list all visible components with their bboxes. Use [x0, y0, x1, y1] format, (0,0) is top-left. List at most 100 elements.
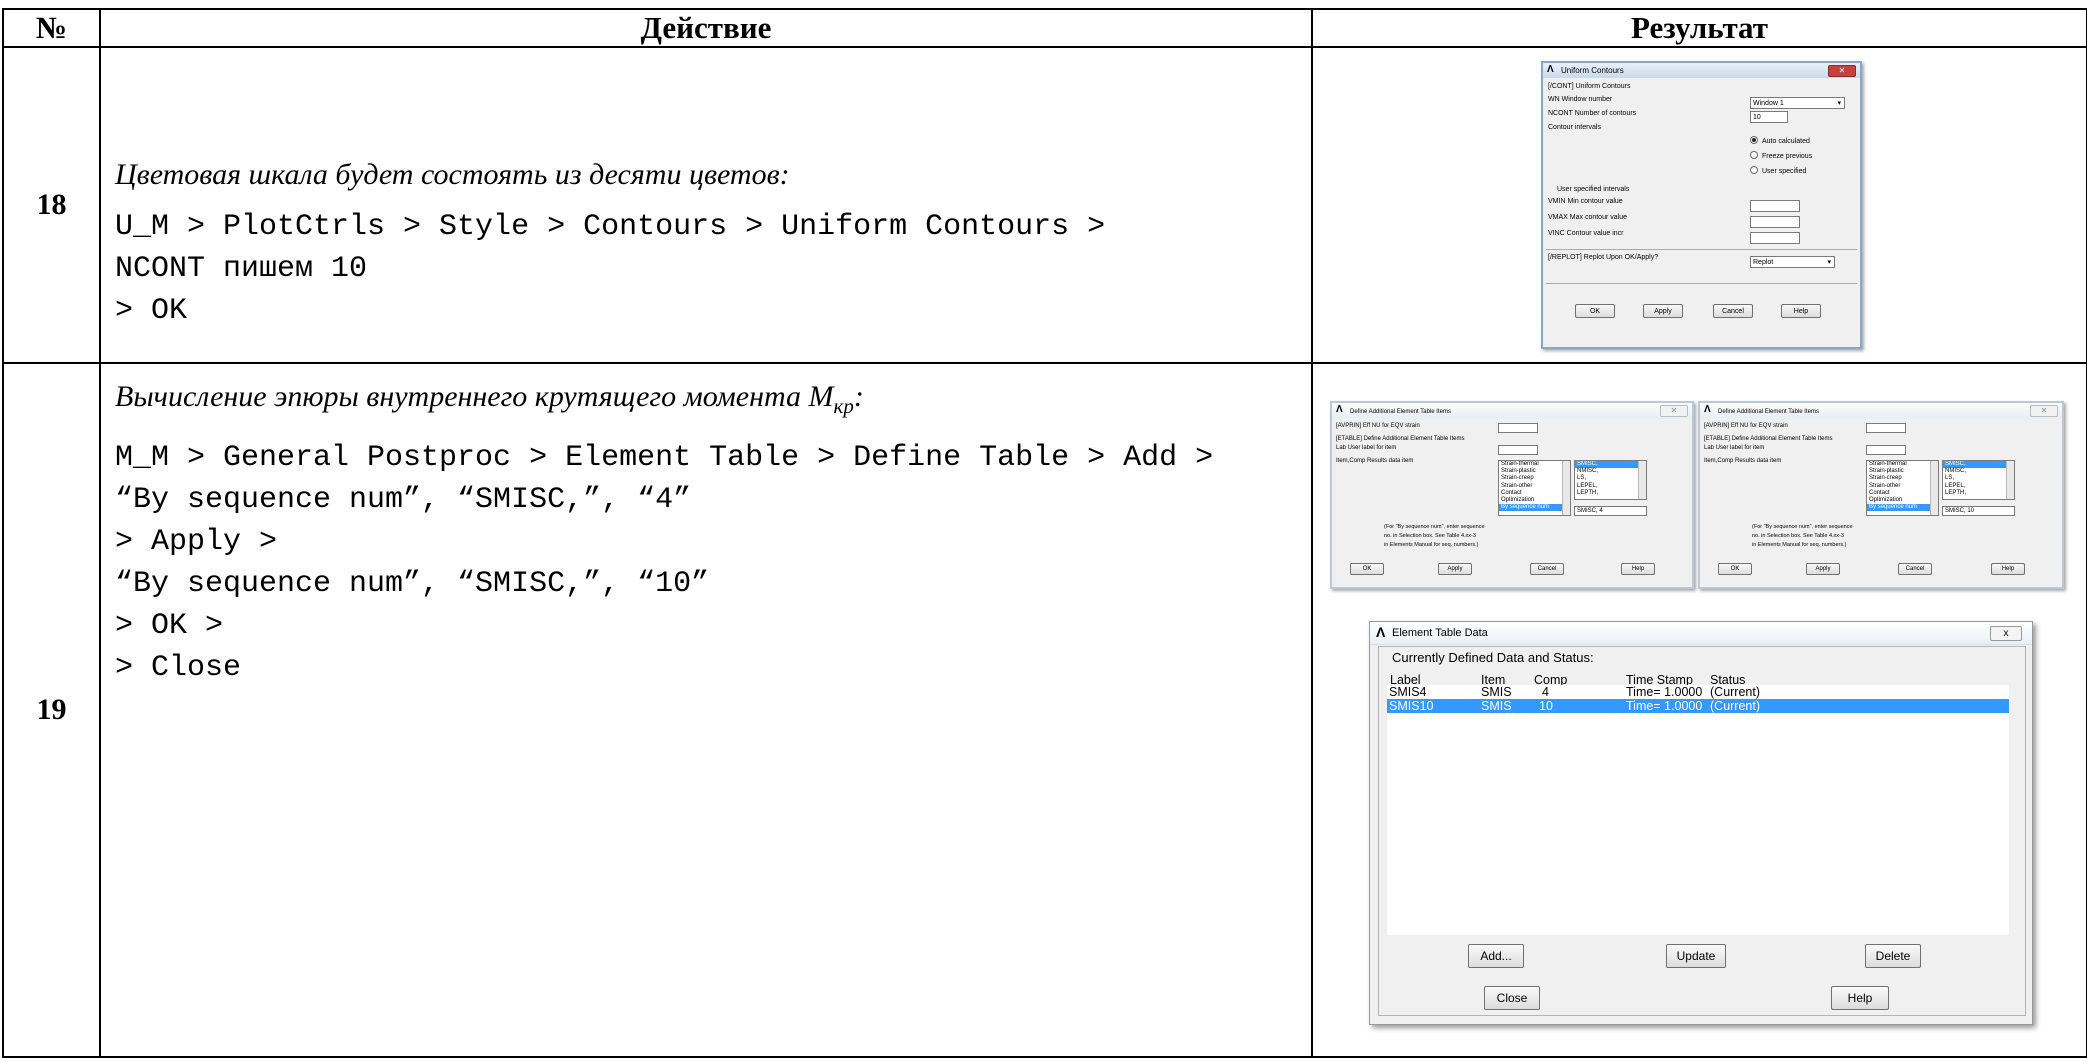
- table-heading: Currently Defined Data and Status:: [1392, 650, 1594, 665]
- lab-input[interactable]: [1866, 445, 1906, 455]
- wn-label: WN Window number: [1548, 96, 1613, 103]
- help-button[interactable]: Help: [1991, 563, 2025, 575]
- header-row: № Действие Результат: [2, 8, 2087, 48]
- header-result: Результат: [1311, 8, 2087, 48]
- intervals-label: Contour intervals: [1548, 124, 1601, 131]
- command-line: “By sequence num”, “SMISC,”, “4”: [115, 483, 692, 517]
- dialog-title: Uniform Contours: [1561, 66, 1624, 75]
- close-icon[interactable]: x: [1990, 626, 2022, 641]
- help-button[interactable]: Help: [1621, 563, 1655, 575]
- radio-on-icon: [1750, 136, 1758, 144]
- scrollbar[interactable]: [1562, 461, 1570, 515]
- scrollbar[interactable]: [2006, 461, 2014, 499]
- radio-auto[interactable]: Auto calculated: [1750, 136, 1810, 145]
- radio-off-icon: [1750, 151, 1758, 159]
- help-button[interactable]: Help: [1781, 304, 1821, 318]
- command-line: > OK: [115, 294, 188, 328]
- ok-button[interactable]: OK: [1575, 304, 1615, 318]
- vinc-label: VINC Contour value incr: [1548, 230, 1624, 237]
- dialog-titlebar: Λ Uniform Contours ✕: [1543, 63, 1860, 78]
- replot-label: [/REPLOT] Replot Upon OK/Apply?: [1548, 254, 1659, 261]
- row-19: 19 Вычисление эпюры внутреннего крутящег…: [2, 362, 2087, 1058]
- radio-freeze[interactable]: Freeze previous: [1750, 151, 1812, 160]
- delete-button[interactable]: Delete: [1865, 944, 1921, 968]
- apply-button[interactable]: Apply: [1643, 304, 1683, 318]
- lab-label: Lab User label for item: [1336, 445, 1397, 451]
- ncont-input[interactable]: 10: [1750, 111, 1788, 123]
- selection-input[interactable]: SMISC, 4: [1574, 506, 1647, 516]
- command-line: > OK >: [115, 609, 224, 643]
- dialog-titlebar: Λ Define Additional Element Table Items …: [1332, 403, 1692, 418]
- add-button[interactable]: Add...: [1468, 944, 1524, 968]
- ok-button[interactable]: OK: [1718, 563, 1752, 575]
- close-button[interactable]: Close: [1484, 986, 1540, 1010]
- note-line: no. in Selection box. See Table 4.xx-3: [1752, 533, 1844, 539]
- comp-listbox[interactable]: SMISC, NMISC, LS, LEPEL, LEPTH,: [1574, 460, 1647, 500]
- avprin-label: [AVPRIN] Eff NU for EQV strain: [1336, 423, 1420, 429]
- command-line: M_M > General Postproc > Element Table >…: [115, 441, 1214, 475]
- dialog-title: Define Additional Element Table Items: [1718, 409, 1819, 415]
- command-line: > Apply >: [115, 525, 278, 559]
- comp-listbox[interactable]: SMISC, NMISC, LS, LEPEL, LEPTH,: [1942, 460, 2015, 500]
- note-line: (For "By sequence num", enter sequence: [1384, 524, 1485, 530]
- table-row[interactable]: SMIS4 SMIS 4 Time= 1.0000 (Current): [1387, 685, 2009, 699]
- dialog-body: Currently Defined Data and Status: Label…: [1378, 646, 2026, 1016]
- selection-input[interactable]: SMISC, 10: [1942, 506, 2015, 516]
- step-description: Цветовая шкала будет состоять из десяти …: [115, 158, 790, 191]
- avprin-input[interactable]: [1498, 423, 1538, 433]
- vmax-input[interactable]: [1750, 216, 1800, 228]
- itemcomp-label: Item,Comp Results data item: [1704, 458, 1782, 464]
- close-icon[interactable]: ✕: [1828, 65, 1856, 77]
- apply-button[interactable]: Apply: [1806, 563, 1840, 575]
- note-line: in Elements Manual for seq. numbers.): [1752, 542, 1847, 548]
- item-listbox[interactable]: Strain-thermal Strain-plastic Strain-creep…: [1866, 460, 1939, 516]
- avprin-label: [AVPRIN] Eff NU for EQV strain: [1704, 423, 1788, 429]
- lab-input[interactable]: [1498, 445, 1538, 455]
- ansys-logo-icon: Λ: [1704, 404, 1711, 415]
- user-intervals-label: User specified intervals: [1557, 186, 1630, 193]
- window-select[interactable]: Window 1 ▾: [1750, 97, 1845, 109]
- note-line: in Elements Manual for seq. numbers.): [1384, 542, 1479, 548]
- cancel-button[interactable]: Cancel: [1530, 563, 1564, 575]
- avprin-input[interactable]: [1866, 423, 1906, 433]
- command-line: NCONT пишем 10: [115, 252, 368, 286]
- data-list[interactable]: SMIS4 SMIS 4 Time= 1.0000 (Current) SMIS…: [1387, 685, 2009, 935]
- command-line: > Close: [115, 651, 242, 685]
- table-row[interactable]: SMIS10 SMIS 10 Time= 1.0000 (Current): [1387, 699, 2009, 713]
- dialog-titlebar: Λ Element Table Data x: [1370, 622, 2032, 645]
- item-listbox[interactable]: Strain-thermal Strain-plastic Strain-creep…: [1498, 460, 1571, 516]
- cancel-button[interactable]: Cancel: [1898, 563, 1932, 575]
- update-button[interactable]: Update: [1666, 944, 1726, 968]
- cancel-button[interactable]: Cancel: [1713, 304, 1753, 318]
- define-items-dialog-1: Λ Define Additional Element Table Items …: [1330, 401, 1694, 589]
- scrollbar[interactable]: [1638, 461, 1646, 499]
- header-num: №: [2, 8, 101, 48]
- instruction-table: № Действие Результат 18 Цветовая шкала б…: [2, 8, 2087, 1058]
- cont-label: [/CONT] Uniform Contours: [1548, 83, 1631, 90]
- command-line: U_M > PlotCtrls > Style > Contours > Uni…: [115, 210, 1106, 244]
- vinc-input[interactable]: [1750, 232, 1800, 244]
- dialog-titlebar: Λ Define Additional Element Table Items …: [1700, 403, 2062, 418]
- note-line: (For "By sequence num", enter sequence: [1752, 524, 1853, 530]
- vmin-input[interactable]: [1750, 200, 1800, 212]
- result-cell: Λ Uniform Contours ✕ [/CONT] Uniform Con…: [1311, 46, 2087, 364]
- help-button[interactable]: Help: [1831, 986, 1889, 1010]
- etable-label: [ETABLE] Define Additional Element Table…: [1336, 436, 1465, 442]
- command-line: “By sequence num”, “SMISC,”, “10”: [115, 567, 710, 601]
- replot-select[interactable]: Replot ▾: [1750, 256, 1835, 268]
- etable-label: [ETABLE] Define Additional Element Table…: [1704, 436, 1833, 442]
- action-cell: Цветовая шкала будет состоять из десяти …: [99, 46, 1313, 364]
- ok-button[interactable]: OK: [1350, 563, 1384, 575]
- divider: [1546, 283, 1857, 284]
- close-icon[interactable]: ✕: [1660, 405, 1688, 417]
- element-table-dialog: Λ Element Table Data x Currently Defined…: [1369, 621, 2033, 1025]
- row-number: 19: [2, 362, 101, 1058]
- scrollbar[interactable]: [1930, 461, 1938, 515]
- row-18: 18 Цветовая шкала будет состоять из деся…: [2, 46, 2087, 364]
- row-number: 18: [2, 46, 101, 364]
- apply-button[interactable]: Apply: [1438, 563, 1472, 575]
- action-cell: Вычисление эпюры внутреннего крутящего м…: [99, 362, 1313, 1058]
- radio-user[interactable]: User specified: [1750, 166, 1806, 175]
- divider: [1546, 249, 1857, 250]
- close-icon[interactable]: ✕: [2030, 405, 2058, 417]
